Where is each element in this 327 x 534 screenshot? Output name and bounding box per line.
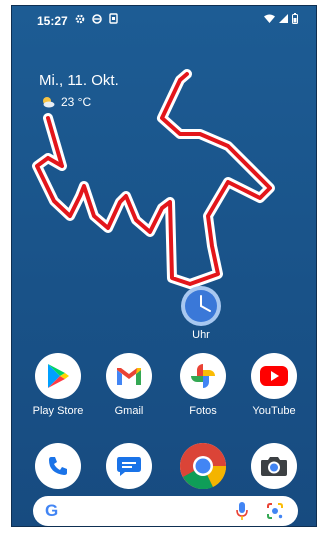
google-search-bar[interactable]: G <box>33 496 298 526</box>
clock-icon[interactable] <box>180 285 222 327</box>
phone-icon <box>35 443 81 489</box>
app-label: Play Store <box>32 405 84 417</box>
mic-icon[interactable] <box>236 502 248 520</box>
youtube-icon <box>251 353 297 399</box>
app-youtube[interactable]: YouTube <box>242 353 306 417</box>
home-screen: 15:27 Mi., 11. Okt. 23 °C Uhr Play Store <box>11 5 317 527</box>
dock-camera[interactable] <box>242 443 306 489</box>
clock-label: Uhr <box>192 329 210 341</box>
google-lens-icon[interactable] <box>266 502 284 520</box>
google-logo: G <box>45 501 59 520</box>
gmail-icon <box>106 353 152 399</box>
app-fotos[interactable]: Fotos <box>171 353 235 417</box>
app-label: YouTube <box>252 405 296 417</box>
play-store-icon <box>35 353 81 399</box>
app-play-store[interactable]: Play Store <box>26 353 90 417</box>
app-label: Gmail <box>114 405 144 417</box>
photos-icon <box>180 353 226 399</box>
dock-messages[interactable] <box>97 443 161 489</box>
app-label: Fotos <box>189 405 217 417</box>
dock-phone[interactable] <box>26 443 90 489</box>
dock-chrome[interactable] <box>171 443 235 489</box>
chrome-icon <box>180 443 226 489</box>
camera-icon <box>251 443 297 489</box>
app-gmail[interactable]: Gmail <box>97 353 161 417</box>
messages-icon <box>106 443 152 489</box>
